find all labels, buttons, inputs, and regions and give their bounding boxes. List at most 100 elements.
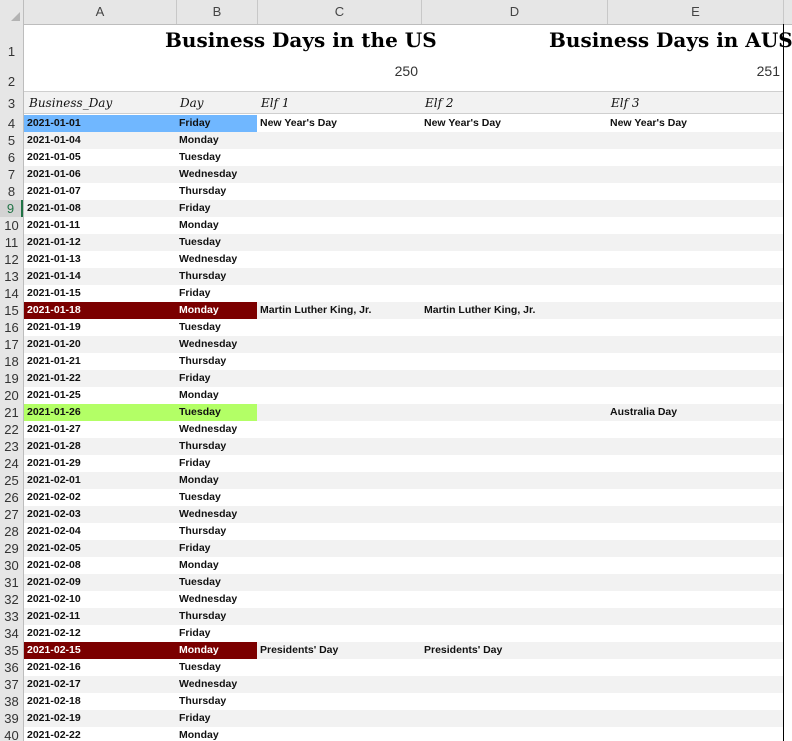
cell-elf-3[interactable]: Australia Day — [610, 404, 780, 421]
row-header[interactable]: 24 — [0, 455, 23, 472]
cell-day[interactable]: Thursday — [179, 353, 259, 370]
cell-elf-2[interactable] — [424, 251, 604, 268]
cell-elf-1[interactable] — [260, 659, 420, 676]
cell-business-day[interactable]: 2021-02-09 — [27, 574, 177, 591]
cell-elf-1[interactable] — [260, 217, 420, 234]
cell-elf-2[interactable] — [424, 166, 604, 183]
cell-day[interactable]: Wednesday — [179, 251, 259, 268]
row-header[interactable]: 38 — [0, 693, 23, 710]
cell-elf-1[interactable] — [260, 387, 420, 404]
cell-business-day[interactable]: 2021-01-19 — [27, 319, 177, 336]
cell-day[interactable]: Tuesday — [179, 149, 259, 166]
cell-elf-3[interactable] — [610, 506, 780, 523]
cell-elf-1[interactable] — [260, 234, 420, 251]
cell-day[interactable]: Friday — [179, 455, 259, 472]
cell-business-day[interactable]: 2021-01-18 — [27, 302, 177, 319]
cell-day[interactable]: Thursday — [179, 693, 259, 710]
cell-elf-1[interactable] — [260, 149, 420, 166]
aus-business-day-count[interactable]: 251 — [700, 63, 780, 79]
cell-business-day[interactable]: 2021-02-17 — [27, 676, 177, 693]
cell-elf-1[interactable] — [260, 353, 420, 370]
cell-elf-1[interactable] — [260, 591, 420, 608]
cell-elf-2[interactable] — [424, 200, 604, 217]
cell-elf-1[interactable] — [260, 183, 420, 200]
cell-elf-3[interactable] — [610, 574, 780, 591]
cell-day[interactable]: Wednesday — [179, 166, 259, 183]
cell-elf-3[interactable] — [610, 217, 780, 234]
us-business-day-count[interactable]: 250 — [330, 63, 418, 79]
row-header[interactable]: 25 — [0, 472, 23, 489]
cell-day[interactable]: Tuesday — [179, 574, 259, 591]
cell-elf-3[interactable] — [610, 370, 780, 387]
cell-elf-3[interactable] — [610, 540, 780, 557]
cell-elf-2[interactable] — [424, 557, 604, 574]
cell-business-day[interactable]: 2021-01-22 — [27, 370, 177, 387]
row-header[interactable]: 6 — [0, 149, 23, 166]
cell-elf-3[interactable] — [610, 166, 780, 183]
cell-business-day[interactable]: 2021-02-15 — [27, 642, 177, 659]
column-header-b[interactable]: B — [177, 0, 258, 24]
cell-business-day[interactable]: 2021-02-16 — [27, 659, 177, 676]
cell-elf-3[interactable] — [610, 625, 780, 642]
cell-elf-2[interactable]: Presidents' Day — [424, 642, 604, 659]
cell-elf-3[interactable] — [610, 438, 780, 455]
cell-elf-3[interactable] — [610, 727, 780, 741]
row-header[interactable]: 20 — [0, 387, 23, 404]
cell-business-day[interactable]: 2021-01-04 — [27, 132, 177, 149]
cell-business-day[interactable]: 2021-01-06 — [27, 166, 177, 183]
row-header[interactable]: 18 — [0, 353, 23, 370]
row-header[interactable]: 35 — [0, 642, 23, 659]
cell-elf-3[interactable] — [610, 234, 780, 251]
row-header[interactable]: 12 — [0, 251, 23, 268]
cell-elf-2[interactable] — [424, 353, 604, 370]
cell-day[interactable]: Tuesday — [179, 234, 259, 251]
cell-elf-1[interactable] — [260, 489, 420, 506]
cell-elf-2[interactable]: Martin Luther King, Jr. — [424, 302, 604, 319]
row-header[interactable]: 40 — [0, 727, 23, 741]
cell-elf-1[interactable] — [260, 693, 420, 710]
cell-elf-2[interactable]: New Year's Day — [424, 115, 604, 132]
cell-day[interactable]: Friday — [179, 200, 259, 217]
cell-elf-2[interactable] — [424, 336, 604, 353]
cell-day[interactable]: Thursday — [179, 523, 259, 540]
cell-elf-1[interactable]: Martin Luther King, Jr. — [260, 302, 420, 319]
cell-day[interactable]: Friday — [179, 625, 259, 642]
row-header[interactable]: 28 — [0, 523, 23, 540]
cell-elf-2[interactable] — [424, 608, 604, 625]
row-header[interactable]: 9 — [0, 200, 23, 217]
row-header[interactable]: 37 — [0, 676, 23, 693]
row-header-3[interactable]: 3 — [0, 94, 23, 114]
row-header[interactable]: 34 — [0, 625, 23, 642]
cell-day[interactable]: Monday — [179, 472, 259, 489]
column-header-c[interactable]: C — [258, 0, 422, 24]
cell-elf-2[interactable] — [424, 506, 604, 523]
cell-elf-3[interactable]: New Year's Day — [610, 115, 780, 132]
cell-day[interactable]: Monday — [179, 132, 259, 149]
row-header-1[interactable]: 1 — [0, 42, 23, 62]
row-header[interactable]: 10 — [0, 217, 23, 234]
cell-elf-3[interactable] — [610, 132, 780, 149]
column-header-a[interactable]: A — [24, 0, 177, 24]
row-header[interactable]: 27 — [0, 506, 23, 523]
row-header[interactable]: 13 — [0, 268, 23, 285]
cell-elf-3[interactable] — [610, 183, 780, 200]
column-header-e[interactable]: E — [608, 0, 784, 24]
cell-elf-1[interactable] — [260, 166, 420, 183]
cell-day[interactable]: Tuesday — [179, 489, 259, 506]
cell-elf-1[interactable] — [260, 438, 420, 455]
cell-elf-1[interactable] — [260, 676, 420, 693]
cell-elf-2[interactable] — [424, 217, 604, 234]
cell-day[interactable]: Wednesday — [179, 421, 259, 438]
cell-day[interactable]: Thursday — [179, 438, 259, 455]
cell-elf-3[interactable] — [610, 659, 780, 676]
cell-elf-1[interactable] — [260, 540, 420, 557]
cell-elf-2[interactable] — [424, 574, 604, 591]
cell-day[interactable]: Thursday — [179, 183, 259, 200]
cell-elf-3[interactable] — [610, 319, 780, 336]
row-header[interactable]: 19 — [0, 370, 23, 387]
cell-elf-2[interactable] — [424, 132, 604, 149]
row-header[interactable]: 11 — [0, 234, 23, 251]
cell-business-day[interactable]: 2021-01-27 — [27, 421, 177, 438]
cell-day[interactable]: Wednesday — [179, 336, 259, 353]
cell-elf-3[interactable] — [610, 455, 780, 472]
